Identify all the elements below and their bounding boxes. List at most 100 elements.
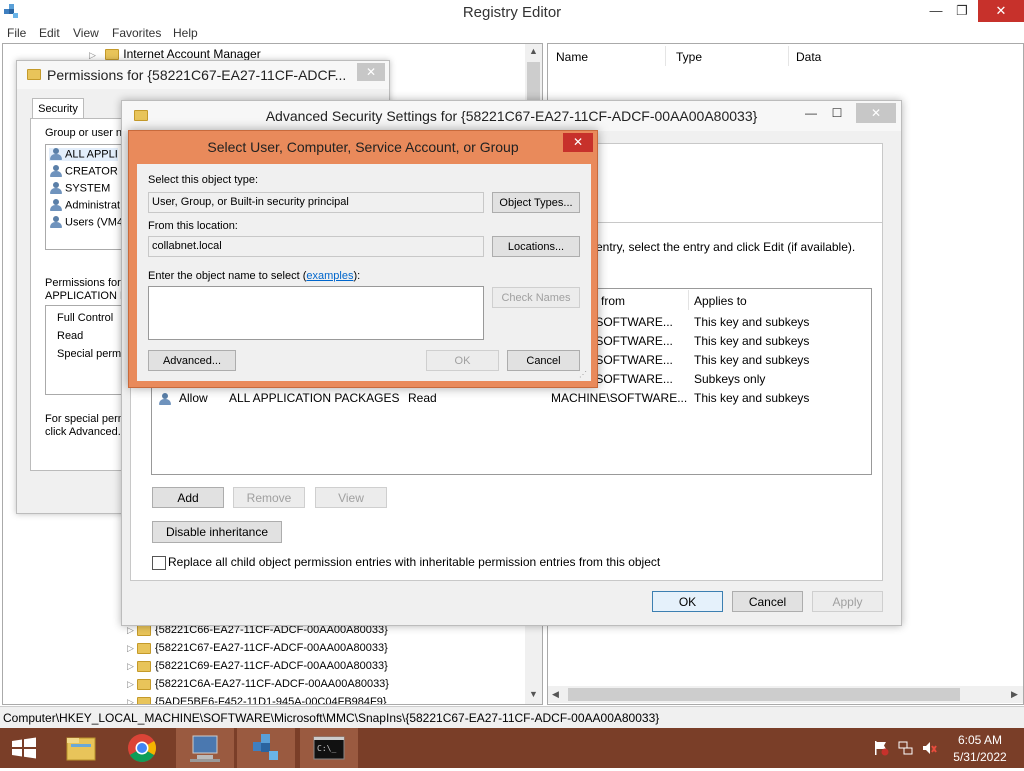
maximize-button[interactable]: ❐ [946, 0, 978, 22]
locations-button[interactable]: Locations... [492, 236, 580, 257]
row-applies: Subkeys only [694, 372, 766, 386]
object-name-label-suffix: ): [353, 270, 361, 282]
user-item[interactable]: CREATOR [49, 165, 118, 178]
advanced-close-button[interactable]: ✕ [856, 103, 896, 123]
taskbar-file-explorer[interactable] [57, 730, 105, 766]
user-icon [49, 182, 63, 195]
row-applies: This key and subkeys [694, 315, 810, 329]
column-header-data[interactable]: Data [796, 50, 821, 64]
status-path: Computer\HKEY_LOCAL_MACHINE\SOFTWARE\Mic… [3, 711, 660, 725]
col-header-from[interactable]: from [601, 294, 625, 308]
advanced-ok-button[interactable]: OK [652, 591, 723, 612]
user-item[interactable]: Users (VM4 [49, 216, 123, 229]
view-button[interactable]: View [315, 487, 387, 508]
advanced-cancel-button[interactable]: Cancel [732, 591, 803, 612]
scroll-thumb[interactable] [568, 688, 960, 701]
network-icon[interactable] [898, 740, 914, 756]
tree-item-label: {58221C67-EA27-11CF-ADCF-00AA00A80033} [154, 642, 388, 654]
advanced-title: Advanced Security Settings for {58221C67… [265, 108, 758, 124]
tree-item[interactable]: ▷ {58221C67-EA27-11CF-ADCF-00AA00A80033} [127, 642, 388, 654]
select-cancel-button[interactable]: Cancel [507, 350, 580, 371]
location-field: collabnet.local [148, 236, 484, 257]
add-button[interactable]: Add [152, 487, 224, 508]
values-horizontal-scrollbar[interactable]: ◀ ▶ [548, 686, 1023, 703]
folder-icon [136, 696, 151, 704]
check-names-button[interactable]: Check Names [492, 287, 580, 308]
scroll-right-icon[interactable]: ▶ [1011, 689, 1018, 700]
column-header-type[interactable]: Type [676, 50, 702, 64]
menu-help[interactable]: Help [173, 26, 198, 40]
taskbar-chrome[interactable] [118, 730, 166, 766]
advanced-maximize-button[interactable]: ☐ [824, 103, 850, 123]
volume-muted-icon[interactable] [922, 740, 938, 756]
packages-icon [158, 393, 172, 406]
menu-view[interactable]: View [73, 26, 99, 40]
close-button[interactable]: ✕ [978, 0, 1024, 22]
taskbar-command-prompt[interactable]: C:\_ [300, 728, 358, 768]
column-header-name[interactable]: Name [556, 50, 588, 64]
advanced-title-bar: Advanced Security Settings for {58221C67… [122, 101, 901, 131]
special-perm-text: For special perm [45, 413, 127, 425]
tab-security[interactable]: Security [32, 98, 84, 119]
terminal-icon: C:\_ [313, 736, 345, 760]
replace-child-label: Replace all child object permission entr… [168, 555, 661, 569]
taskbar-remote-app[interactable] [176, 728, 234, 768]
permissions-close-button[interactable]: ✕ [357, 63, 385, 81]
scroll-left-icon[interactable]: ◀ [552, 689, 559, 700]
clock-date[interactable]: 5/31/2022 [945, 750, 1015, 764]
advanced-apply-button[interactable]: Apply [812, 591, 883, 612]
user-item[interactable]: ALL APPLI [49, 148, 118, 161]
advanced-minimize-button[interactable]: — [798, 103, 824, 123]
perm-special: Special permi [57, 348, 124, 360]
object-type-field: User, Group, or Built-in security princi… [148, 192, 484, 213]
scroll-up-icon[interactable]: ▲ [529, 46, 538, 56]
col-header-applies-to[interactable]: Applies to [694, 294, 747, 308]
resize-grip-icon[interactable]: ⋰ [579, 370, 587, 379]
remove-button[interactable]: Remove [233, 487, 305, 508]
taskbar-registry-editor[interactable] [237, 728, 295, 768]
object-type-label: Select this object type: [148, 174, 259, 186]
row-applies: This key and subkeys [694, 353, 810, 367]
table-row[interactable]: Allow ALL APPLICATION PACKAGES Read MACH… [152, 391, 871, 409]
perm-full-control: Full Control [57, 312, 114, 324]
window-title: Registry Editor [462, 4, 562, 21]
tree-item[interactable]: ▷ {5ADE5BE6-F452-11D1-945A-00C04FB984F9} [127, 696, 387, 704]
examples-link[interactable]: examples [306, 270, 353, 282]
user-item[interactable]: Administrat [49, 199, 120, 212]
tree-item[interactable]: ▷ {58221C6A-EA27-11CF-ADCF-00AA00A80033} [127, 678, 389, 690]
user-icon [49, 199, 63, 212]
object-name-label: Enter the object name to select (example… [148, 270, 360, 282]
user-item[interactable]: SYSTEM [49, 182, 110, 195]
column-divider [665, 46, 666, 66]
replace-child-checkbox[interactable] [152, 556, 166, 570]
menu-edit[interactable]: Edit [39, 26, 60, 40]
object-name-input[interactable] [148, 286, 484, 340]
advanced-button[interactable]: Advanced... [148, 350, 236, 371]
perm-read: Read [57, 330, 84, 342]
row-applies: This key and subkeys [694, 391, 810, 405]
tree-item[interactable]: ▷ {58221C69-EA27-11CF-ADCF-00AA00A80033} [127, 660, 388, 672]
svg-text:C:\_: C:\_ [317, 744, 336, 753]
column-divider [788, 46, 789, 66]
folder-icon [136, 642, 151, 654]
folder-icon [27, 69, 41, 80]
disable-inheritance-button[interactable]: Disable inheritance [152, 521, 282, 543]
menu-file[interactable]: File [7, 26, 26, 40]
tree-item[interactable]: ▷ Internet Account Manager [89, 47, 261, 61]
clock-time[interactable]: 6:05 AM [945, 733, 1015, 747]
folder-icon [136, 678, 151, 690]
action-center-flag-icon[interactable] [873, 740, 889, 756]
row-access: Read [408, 391, 437, 405]
start-button[interactable] [0, 728, 48, 768]
folder-icon [136, 660, 151, 672]
user-icon [49, 165, 63, 178]
menu-favorites[interactable]: Favorites [112, 26, 161, 40]
select-ok-button[interactable]: OK [426, 350, 499, 371]
user-icon [49, 216, 63, 229]
group-label: Group or user na [45, 127, 129, 139]
folder-icon [66, 737, 96, 761]
select-dialog-close-button[interactable]: ✕ [563, 133, 593, 152]
chrome-icon [128, 734, 156, 762]
object-types-button[interactable]: Object Types... [492, 192, 580, 213]
scroll-down-icon[interactable]: ▼ [529, 689, 538, 699]
